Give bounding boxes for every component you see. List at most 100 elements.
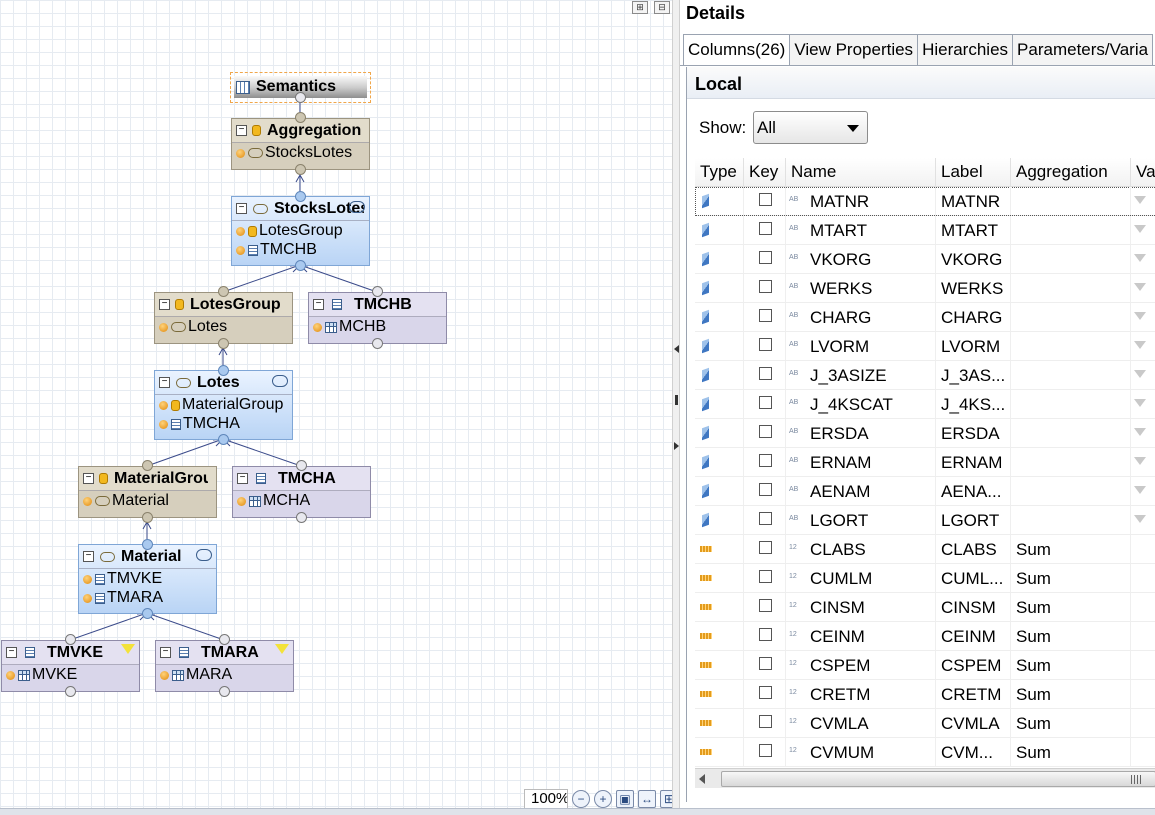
zoom-level-input[interactable]: 100% bbox=[524, 789, 568, 809]
aggregation-cell[interactable]: Sum bbox=[1011, 535, 1131, 563]
value-help-cell[interactable] bbox=[1131, 419, 1155, 447]
table-row[interactable]: AB MATNR MATNR bbox=[695, 187, 1155, 216]
table-row[interactable]: AB ERSDA ERSDA bbox=[695, 419, 1155, 448]
stockslotes-port-bottom[interactable] bbox=[295, 260, 306, 271]
key-checkbox[interactable] bbox=[759, 657, 772, 670]
aggregation-cell[interactable]: Sum bbox=[1011, 564, 1131, 592]
table-row[interactable]: AB J_4KSCAT J_4KS... bbox=[695, 390, 1155, 419]
table-row[interactable]: 12 CSPEM CSPEM Sum bbox=[695, 651, 1155, 680]
label-cell[interactable]: ERSDA bbox=[936, 419, 1011, 447]
label-cell[interactable]: CHARG bbox=[936, 303, 1011, 331]
tmara-node[interactable]: − TMARA MARA bbox=[155, 640, 294, 692]
aggregation-cell[interactable]: Sum bbox=[1011, 709, 1131, 737]
value-help-cell[interactable] bbox=[1131, 332, 1155, 360]
name-cell[interactable]: AB J_4KSCAT bbox=[786, 390, 936, 418]
label-cell[interactable]: ERNAM bbox=[936, 448, 1011, 476]
aggregation-cell[interactable] bbox=[1011, 245, 1131, 273]
aggregation-cell[interactable]: Sum bbox=[1011, 593, 1131, 621]
value-help-cell[interactable] bbox=[1131, 535, 1155, 563]
name-cell[interactable]: 12 CUMLM bbox=[786, 564, 936, 592]
col-header-type[interactable]: Type bbox=[695, 158, 744, 187]
label-cell[interactable]: CUML... bbox=[936, 564, 1011, 592]
collapse-all-icon[interactable]: ⊟ bbox=[654, 1, 670, 14]
table-row[interactable]: AB WERKS WERKS bbox=[695, 274, 1155, 303]
tmchb-port-top[interactable] bbox=[372, 286, 383, 297]
collapse-toggle[interactable]: − bbox=[83, 473, 94, 484]
fit-icon[interactable]: ▣ bbox=[616, 790, 634, 808]
aggregation-cell[interactable] bbox=[1011, 390, 1131, 418]
lotes-port-bottom[interactable] bbox=[218, 434, 229, 445]
label-cell[interactable]: LVORM bbox=[936, 332, 1011, 360]
table-row[interactable]: AB J_3ASIZE J_3AS... bbox=[695, 361, 1155, 390]
value-help-cell[interactable] bbox=[1131, 361, 1155, 389]
tmara-port-bottom[interactable] bbox=[219, 686, 230, 697]
value-help-cell[interactable] bbox=[1131, 187, 1155, 215]
aggregation-cell[interactable] bbox=[1011, 332, 1131, 360]
aggregation-cell[interactable] bbox=[1011, 419, 1131, 447]
name-cell[interactable]: AB WERKS bbox=[786, 274, 936, 302]
table-row[interactable]: 12 CLABS CLABS Sum bbox=[695, 535, 1155, 564]
value-help-cell[interactable] bbox=[1131, 564, 1155, 592]
collapse-toggle[interactable]: − bbox=[83, 551, 94, 562]
value-help-cell[interactable] bbox=[1131, 738, 1155, 766]
aggregation-node[interactable]: − Aggregation StocksLotes bbox=[231, 118, 370, 170]
scrollbar-thumb[interactable] bbox=[721, 771, 1155, 787]
key-checkbox[interactable] bbox=[759, 367, 772, 380]
name-cell[interactable]: 12 CLABS bbox=[786, 535, 936, 563]
value-help-cell[interactable] bbox=[1131, 245, 1155, 273]
key-checkbox[interactable] bbox=[759, 599, 772, 612]
tmcha-node[interactable]: − TMCHA MCHA bbox=[232, 466, 371, 518]
name-cell[interactable]: 12 CEINM bbox=[786, 622, 936, 650]
name-cell[interactable]: AB ERNAM bbox=[786, 448, 936, 476]
key-checkbox[interactable] bbox=[759, 541, 772, 554]
collapse-toggle[interactable]: − bbox=[236, 125, 247, 136]
tmcha-port-top[interactable] bbox=[296, 460, 307, 471]
value-help-cell[interactable] bbox=[1131, 622, 1155, 650]
label-cell[interactable]: LGORT bbox=[936, 506, 1011, 534]
value-help-cell[interactable] bbox=[1131, 506, 1155, 534]
col-header-name[interactable]: Name bbox=[786, 158, 936, 187]
tab-parameters-variables[interactable]: Parameters/Varia bbox=[1012, 34, 1154, 66]
name-cell[interactable]: AB J_3ASIZE bbox=[786, 361, 936, 389]
label-cell[interactable]: CRETM bbox=[936, 680, 1011, 708]
tmchb-port-bottom[interactable] bbox=[372, 338, 383, 349]
name-cell[interactable]: 12 CRETM bbox=[786, 680, 936, 708]
lotesgroup-port-bottom[interactable] bbox=[218, 338, 229, 349]
label-cell[interactable]: CINSM bbox=[936, 593, 1011, 621]
stockslotes-port-top[interactable] bbox=[295, 191, 306, 202]
table-row[interactable]: AB VKORG VKORG bbox=[695, 245, 1155, 274]
tmcha-port-bottom[interactable] bbox=[296, 512, 307, 523]
label-cell[interactable]: CVMLA bbox=[936, 709, 1011, 737]
aggregation-cell[interactable]: Sum bbox=[1011, 680, 1131, 708]
key-checkbox[interactable] bbox=[759, 570, 772, 583]
name-cell[interactable]: 12 CVMUM bbox=[786, 738, 936, 766]
materialgroup-port-bottom[interactable] bbox=[142, 512, 153, 523]
label-cell[interactable]: VKORG bbox=[936, 245, 1011, 273]
value-help-cell[interactable] bbox=[1131, 448, 1155, 476]
lotes-node[interactable]: − Lotes MaterialGroup TMCHA bbox=[154, 370, 293, 440]
tab-columns[interactable]: Columns(26) bbox=[683, 34, 791, 66]
key-checkbox[interactable] bbox=[759, 251, 772, 264]
expand-all-icon[interactable]: ⊞ bbox=[632, 1, 648, 14]
table-row[interactable]: AB ERNAM ERNAM bbox=[695, 448, 1155, 477]
label-cell[interactable]: MTART bbox=[936, 216, 1011, 244]
aggregation-port-top[interactable] bbox=[295, 112, 306, 123]
label-cell[interactable]: J_3AS... bbox=[936, 361, 1011, 389]
table-row[interactable]: AB LVORM LVORM bbox=[695, 332, 1155, 361]
collapse-toggle[interactable]: − bbox=[160, 647, 171, 658]
tmvke-port-top[interactable] bbox=[65, 634, 76, 645]
name-cell[interactable]: AB ERSDA bbox=[786, 419, 936, 447]
collapse-toggle[interactable]: − bbox=[237, 473, 248, 484]
key-checkbox[interactable] bbox=[759, 686, 772, 699]
aggregation-cell[interactable] bbox=[1011, 448, 1131, 476]
value-help-cell[interactable] bbox=[1131, 390, 1155, 418]
splitter-grip[interactable] bbox=[675, 395, 678, 405]
material-node[interactable]: − Material TMVKE TMARA bbox=[78, 544, 217, 614]
key-checkbox[interactable] bbox=[759, 744, 772, 757]
table-row[interactable]: 12 CVMUM CVM... Sum bbox=[695, 738, 1155, 767]
name-cell[interactable]: 12 CSPEM bbox=[786, 651, 936, 679]
tmvke-node[interactable]: − TMVKE MVKE bbox=[1, 640, 140, 692]
key-checkbox[interactable] bbox=[759, 222, 772, 235]
value-help-cell[interactable] bbox=[1131, 651, 1155, 679]
name-cell[interactable]: AB LGORT bbox=[786, 506, 936, 534]
